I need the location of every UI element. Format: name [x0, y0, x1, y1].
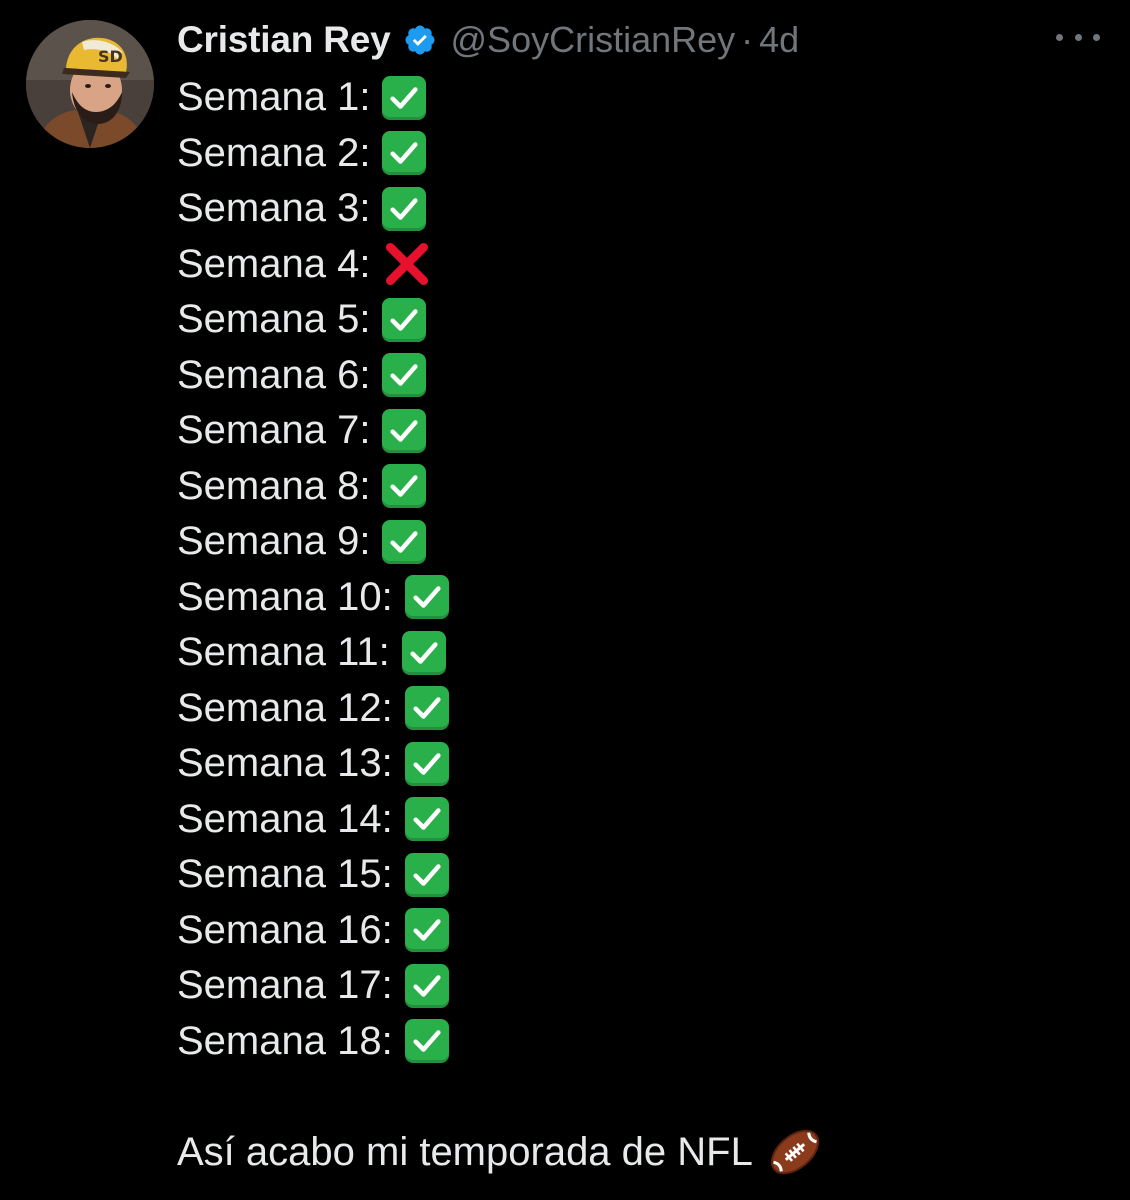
- tweet-header: Cristian Rey @SoyCristianRey · 4d: [177, 14, 799, 66]
- week-line: Semana 10:: [177, 570, 449, 626]
- check-mark-icon: [382, 131, 427, 176]
- week-label: Semana 6:: [177, 352, 371, 397]
- more-dot: [1056, 33, 1063, 41]
- week-label: Semana 4:: [177, 241, 371, 286]
- week-label: Semana 13:: [177, 741, 393, 786]
- week-line: Semana 11:: [177, 625, 449, 681]
- check-mark-icon: [382, 519, 427, 564]
- week-line: Semana 4:: [177, 237, 449, 293]
- author-name[interactable]: Cristian Rey: [177, 19, 391, 61]
- check-mark-icon: [401, 630, 446, 675]
- tweet[interactable]: SD Cristian Rey @SoyCristianRey · 4d Sem…: [0, 0, 1130, 1200]
- week-line: Semana 2:: [177, 126, 449, 182]
- week-label: Semana 10:: [177, 574, 393, 619]
- week-line: Semana 17:: [177, 958, 449, 1014]
- american-football-icon: [767, 1124, 823, 1180]
- more-dot: [1093, 33, 1100, 41]
- week-label: Semana 1:: [177, 75, 371, 120]
- check-mark-icon: [404, 908, 449, 953]
- cross-mark-icon: [382, 239, 432, 289]
- check-mark-icon: [382, 297, 427, 342]
- week-label: Semana 14:: [177, 796, 393, 841]
- week-label: Semana 2:: [177, 130, 371, 175]
- week-label: Semana 15:: [177, 852, 393, 897]
- week-line: Semana 15:: [177, 847, 449, 903]
- check-mark-icon: [382, 186, 427, 231]
- week-label: Semana 18:: [177, 1018, 393, 1063]
- avatar[interactable]: SD: [26, 20, 154, 148]
- svg-text:SD: SD: [98, 47, 123, 66]
- week-line: Semana 14:: [177, 792, 449, 848]
- more-dot: [1074, 33, 1082, 41]
- week-line: Semana 12:: [177, 681, 449, 737]
- tweet-text: Semana 1: Semana 2: Semana 3: Semana 4: …: [177, 70, 449, 1069]
- check-mark-icon: [382, 464, 427, 509]
- check-mark-icon: [404, 741, 449, 786]
- closing-text: Así acabo mi temporada de NFL: [177, 1129, 753, 1174]
- week-line: Semana 6:: [177, 348, 449, 404]
- tweet-timestamp[interactable]: 4d: [759, 19, 799, 61]
- week-label: Semana 9:: [177, 519, 371, 564]
- week-line: Semana 1:: [177, 70, 449, 126]
- week-line: Semana 16:: [177, 903, 449, 959]
- week-label: Semana 16:: [177, 907, 393, 952]
- week-label: Semana 7:: [177, 408, 371, 453]
- week-line: Semana 18:: [177, 1014, 449, 1070]
- avatar-photo: SD: [26, 20, 154, 148]
- week-label: Semana 12:: [177, 685, 393, 730]
- week-label: Semana 17:: [177, 963, 393, 1008]
- header-separator: ·: [741, 19, 754, 60]
- week-line: Semana 3:: [177, 181, 449, 237]
- check-mark-icon: [404, 852, 449, 897]
- week-line: Semana 8:: [177, 459, 449, 515]
- week-line: Semana 7:: [177, 403, 449, 459]
- closing-line: Así acabo mi temporada de NFL: [177, 1122, 823, 1182]
- check-mark-icon: [404, 963, 449, 1008]
- check-mark-icon: [404, 686, 449, 731]
- week-line: Semana 5:: [177, 292, 449, 348]
- check-mark-icon: [382, 408, 427, 453]
- week-label: Semana 5:: [177, 297, 371, 342]
- more-options-icon[interactable]: [1056, 22, 1100, 52]
- check-mark-icon: [404, 575, 449, 620]
- check-mark-icon: [404, 1019, 449, 1064]
- check-mark-icon: [404, 797, 449, 842]
- author-handle[interactable]: @SoyCristianRey: [451, 19, 736, 61]
- week-line: Semana 9:: [177, 514, 449, 570]
- week-label: Semana 3:: [177, 186, 371, 231]
- week-label: Semana 11:: [177, 630, 390, 675]
- verified-badge-icon: [403, 23, 437, 57]
- check-mark-icon: [382, 353, 427, 398]
- week-label: Semana 8:: [177, 463, 371, 508]
- week-line: Semana 13:: [177, 736, 449, 792]
- check-mark-icon: [382, 75, 427, 120]
